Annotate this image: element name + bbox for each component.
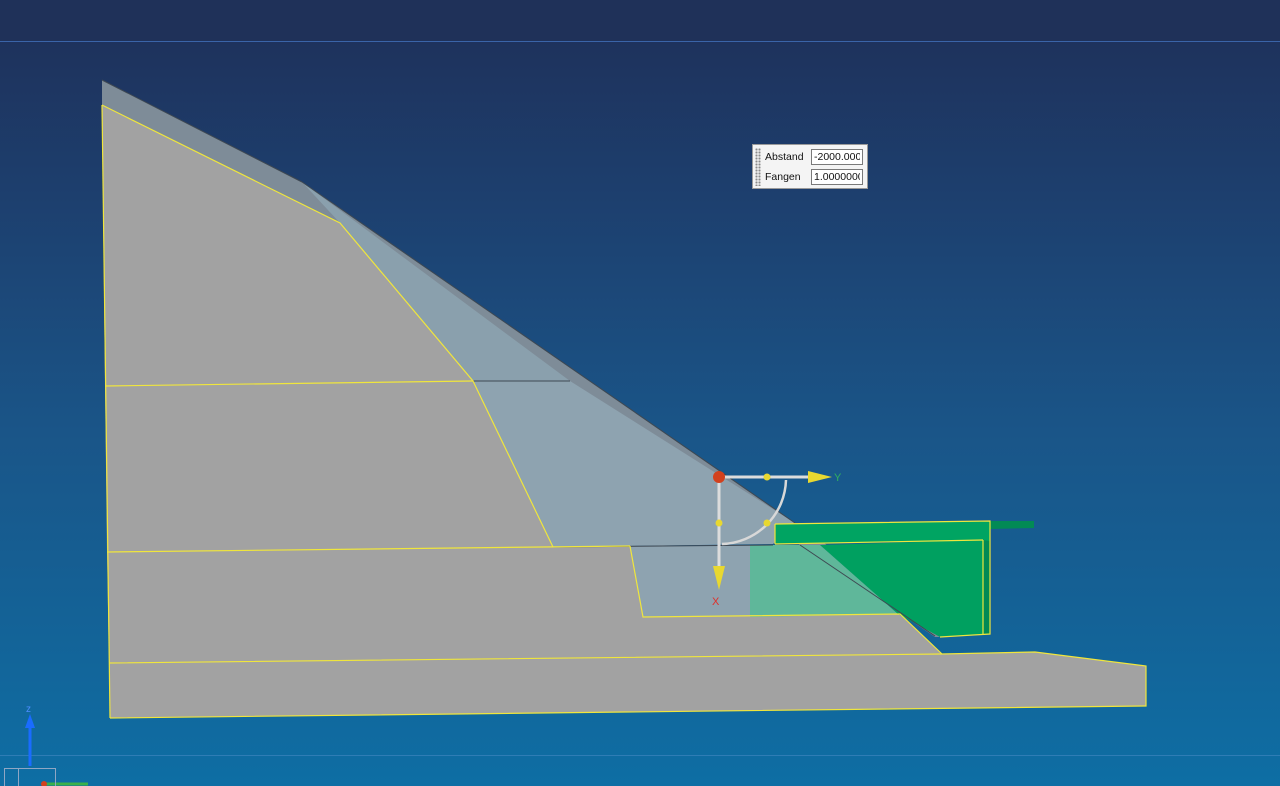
- snap-label: Fangen: [765, 171, 801, 183]
- z-axis-arrow-icon: [25, 714, 35, 728]
- rotation-handle-dot[interactable]: [763, 519, 771, 527]
- origin-handle[interactable]: [713, 471, 725, 483]
- x-axis-label: X: [712, 596, 720, 608]
- panel-drag-grip[interactable]: [755, 148, 761, 186]
- solid-face-top[interactable]: [102, 105, 473, 386]
- snap-field[interactable]: [811, 169, 863, 185]
- model-scene[interactable]: Y X: [0, 0, 1280, 786]
- x-axis-handle-dot[interactable]: [715, 519, 723, 527]
- selected-body-end[interactable]: [983, 540, 990, 634]
- y-axis-label: Y: [834, 472, 842, 484]
- pocket-face[interactable]: [630, 545, 750, 617]
- y-axis-arrow[interactable]: [808, 471, 832, 483]
- distance-field[interactable]: [811, 149, 863, 165]
- z-axis-label: z: [26, 704, 31, 715]
- view-cube-icon[interactable]: [4, 768, 56, 786]
- distance-input-panel[interactable]: Abstand Fangen: [752, 144, 868, 189]
- distance-label: Abstand: [765, 151, 804, 163]
- y-axis-handle-dot[interactable]: [763, 473, 771, 481]
- graphics-viewport[interactable]: Y X Abstand Fangen z: [0, 0, 1280, 786]
- selected-tab[interactable]: [990, 521, 1034, 529]
